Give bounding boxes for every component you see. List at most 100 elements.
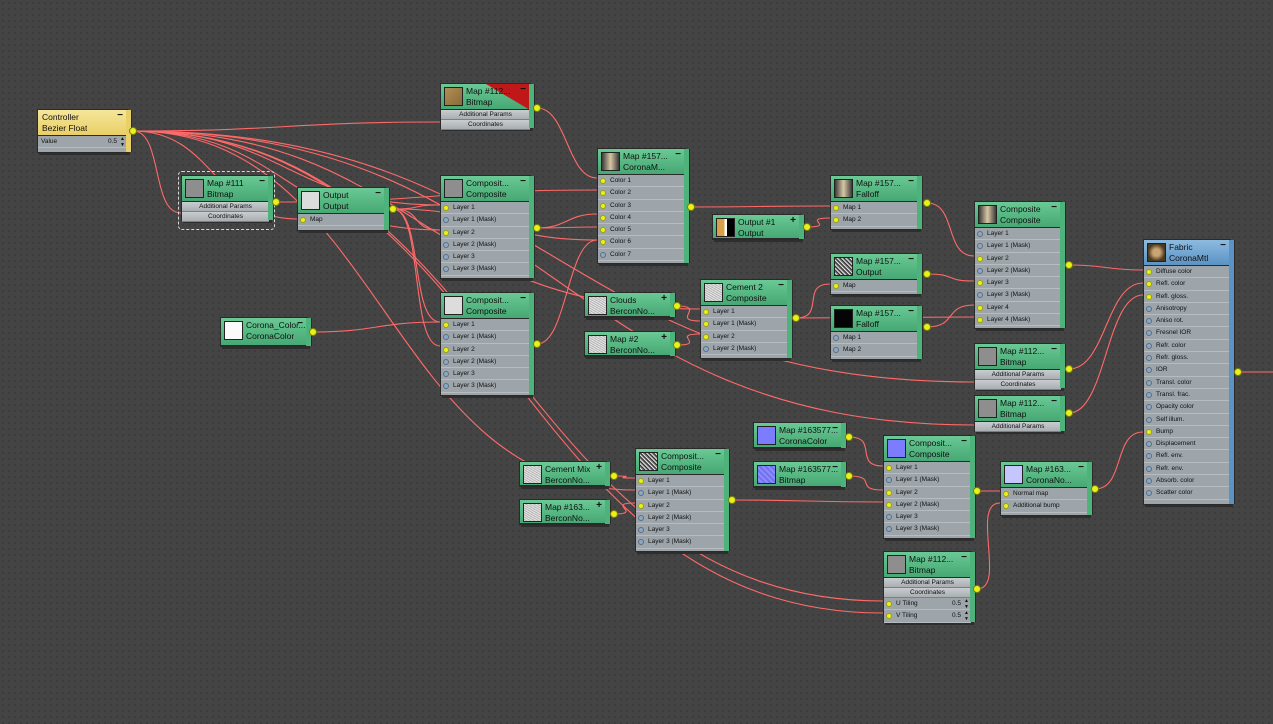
- input-slot[interactable]: Layer 1: [441, 319, 530, 332]
- input-slot[interactable]: Bump: [1144, 426, 1230, 439]
- comp1-node[interactable]: Composit... Composite − Layer 1 Layer 1 …: [440, 175, 535, 279]
- input-slot[interactable]: Color 3: [598, 200, 685, 212]
- input-slot[interactable]: Layer 1: [441, 202, 530, 215]
- input-slot[interactable]: Layer 1: [636, 475, 725, 488]
- input-slot[interactable]: Color 2: [598, 187, 685, 200]
- map2-header[interactable]: Map #2 BerconNo... +: [585, 332, 671, 356]
- input-slot[interactable]: Layer 4 (Mask): [975, 314, 1061, 327]
- coords-rollout[interactable]: Coordinates: [884, 588, 971, 598]
- spinner-icon[interactable]: ▲ ▼: [120, 136, 125, 147]
- collapse-button[interactable]: −: [832, 423, 838, 434]
- expand-button[interactable]: +: [596, 462, 602, 473]
- comp2-node[interactable]: Composit... Composite − Layer 1 Layer 1 …: [440, 292, 535, 396]
- input-slot[interactable]: Color 6: [598, 236, 685, 249]
- input-slot[interactable]: Layer 3: [636, 524, 725, 537]
- output-socket[interactable]: [923, 323, 931, 331]
- output-socket[interactable]: [610, 510, 618, 518]
- spinner-icon[interactable]: ▲ ▼: [964, 610, 969, 621]
- input-slot[interactable]: Layer 2 (Mask): [441, 239, 530, 252]
- wire-connection[interactable]: [976, 502, 1001, 590]
- value-readout[interactable]: 0.5: [108, 136, 117, 147]
- collapse-button[interactable]: −: [961, 436, 967, 447]
- map163-bercon-header[interactable]: Map #163... BerconNo... +: [520, 500, 606, 524]
- input-slot[interactable]: Map 2: [831, 344, 918, 357]
- input-slot[interactable]: Layer 3 (Mask): [441, 380, 530, 393]
- output-socket[interactable]: [792, 314, 800, 322]
- cc163-node[interactable]: Map #163577... CoronaColor −: [753, 422, 847, 449]
- collapse-button[interactable]: −: [520, 293, 526, 304]
- corona-color-header[interactable]: Corona_Color... CoronaColor −: [221, 318, 307, 346]
- controller-node[interactable]: Controller Bezier Float − Value 0.5 ▲ ▼: [37, 109, 132, 153]
- map112a-node[interactable]: Map #112... Bitmap − Additional Params C…: [440, 83, 535, 130]
- input-slot[interactable]: Layer 1 (Mask): [441, 214, 530, 227]
- bm163-header[interactable]: Map #163577... Bitmap −: [754, 462, 842, 487]
- input-slot[interactable]: Diffuse color: [1144, 266, 1230, 279]
- output-socket[interactable]: [673, 302, 681, 310]
- comp5-node[interactable]: Composit... Composite − Layer 1 Layer 1 …: [883, 435, 976, 539]
- comp4-node[interactable]: Composit... Composite − Layer 1 Layer 1 …: [635, 448, 730, 552]
- output-socket[interactable]: [1091, 485, 1099, 493]
- input-slot[interactable]: Layer 1: [975, 228, 1061, 241]
- wire-connection[interactable]: [676, 305, 701, 322]
- input-slot[interactable]: Layer 3: [441, 368, 530, 381]
- input-slot[interactable]: Color 1: [598, 175, 685, 188]
- expand-button[interactable]: +: [790, 215, 796, 226]
- wire-connection[interactable]: [690, 205, 831, 208]
- input-slot[interactable]: Absorb. color: [1144, 475, 1230, 488]
- comp2-header[interactable]: Composit... Composite −: [441, 293, 530, 319]
- params-rollout[interactable]: Additional Params: [441, 110, 530, 120]
- output1-header[interactable]: Output Output −: [298, 188, 385, 214]
- value-readout[interactable]: 0.5: [952, 598, 961, 609]
- input-slot[interactable]: Map: [298, 214, 385, 227]
- input-slot[interactable]: Layer 1 (Mask): [636, 487, 725, 500]
- output2-node[interactable]: Output #1 Output +: [712, 214, 805, 240]
- corona-color-node[interactable]: Corona_Color... CoronaColor −: [220, 317, 312, 347]
- input-slot[interactable]: Map 1: [831, 202, 918, 215]
- input-slot[interactable]: Transl. color: [1144, 377, 1230, 389]
- collapse-button[interactable]: −: [520, 84, 526, 95]
- params-rollout[interactable]: Additional Params: [884, 578, 971, 588]
- collapse-button[interactable]: −: [297, 318, 303, 329]
- map112c-node[interactable]: Map #112... Bitmap − Additional Params: [974, 395, 1066, 432]
- output-socket[interactable]: [129, 127, 137, 135]
- comp3-header[interactable]: Composite Composite −: [975, 202, 1061, 228]
- input-slot[interactable]: Layer 1 (Mask): [884, 474, 971, 487]
- wire-connection[interactable]: [536, 226, 598, 229]
- output-socket[interactable]: [272, 198, 280, 206]
- collapse-button[interactable]: −: [908, 306, 914, 317]
- map112b-node[interactable]: Map #112... Bitmap − Additional Params C…: [974, 343, 1066, 390]
- wire-connection[interactable]: [132, 121, 441, 132]
- input-slot[interactable]: Layer 2: [884, 487, 971, 499]
- output-socket[interactable]: [673, 341, 681, 349]
- collapse-button[interactable]: −: [778, 280, 784, 291]
- expand-button[interactable]: +: [596, 500, 602, 511]
- input-slot[interactable]: Self illum.: [1144, 414, 1230, 426]
- value-field[interactable]: Value 0.5 ▲ ▼: [38, 136, 127, 149]
- comp4-header[interactable]: Composit... Composite −: [636, 449, 725, 475]
- coords-rollout[interactable]: Coordinates: [975, 380, 1061, 390]
- controller-header[interactable]: Controller Bezier Float −: [38, 110, 127, 136]
- input-slot[interactable]: Layer 2: [441, 344, 530, 356]
- cement-mix-node[interactable]: Cement Mix BerconNo... +: [519, 461, 611, 487]
- spinner-icon[interactable]: ▲ ▼: [964, 598, 969, 609]
- input-slot[interactable]: Refr. env.: [1144, 463, 1230, 476]
- input-slot[interactable]: Color 7: [598, 249, 685, 262]
- input-slot[interactable]: Aniso rot.: [1144, 315, 1230, 328]
- comp3-node[interactable]: Composite Composite − Layer 1 Layer 1 (M…: [974, 201, 1066, 329]
- map2-node[interactable]: Map #2 BerconNo... +: [584, 331, 676, 357]
- wire-connection[interactable]: [1094, 431, 1144, 490]
- cement2-node[interactable]: Cement 2 Composite − Layer 1 Layer 1 (Ma…: [700, 279, 793, 359]
- normal163-node[interactable]: Map #163... CoronaNo... − Normal map Add…: [1000, 461, 1093, 516]
- u-tiling-field[interactable]: U Tiling 0.5 ▲ ▼: [884, 598, 971, 611]
- input-slot[interactable]: Layer 3: [441, 251, 530, 264]
- wire-connection[interactable]: [926, 202, 975, 257]
- collapse-button[interactable]: −: [259, 176, 265, 187]
- map157-mix-header[interactable]: Map #157... CoronaM... −: [598, 149, 685, 175]
- output-socket[interactable]: [845, 472, 853, 480]
- params-rollout[interactable]: Additional Params: [182, 202, 269, 212]
- fabric-node[interactable]: Fabric CoronaMtl − Diffuse color Refl. c…: [1143, 239, 1235, 505]
- wire-connection[interactable]: [392, 208, 441, 347]
- input-slot[interactable]: Layer 3: [975, 277, 1061, 290]
- collapse-button[interactable]: −: [117, 110, 123, 121]
- wire-connection[interactable]: [132, 130, 182, 214]
